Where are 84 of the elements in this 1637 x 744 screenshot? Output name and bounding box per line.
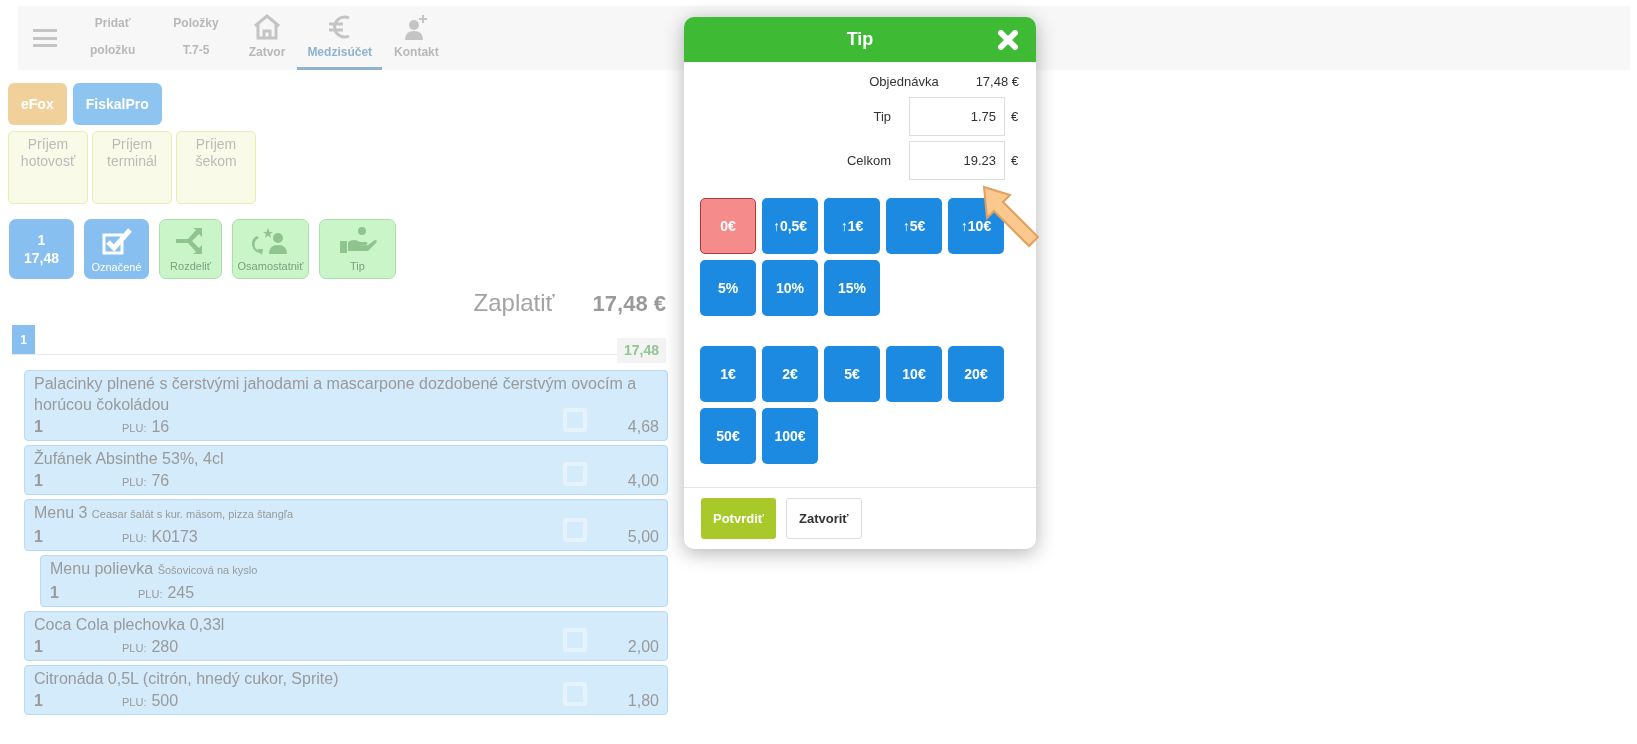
plu-code: 245 (167, 583, 195, 603)
group-subtotal: 17,48 (616, 338, 666, 363)
order-item[interactable]: Menu 3 Ceasar šalát s kur. mäsom, pizza štangľa 1 PLU: K0173 5,00 (24, 499, 668, 551)
tip-amount-button[interactable]: ↑0,5€ (762, 198, 818, 254)
item-name: Palacinky plnené s čerstvými jahodami a mascarpone dozdobené čerstvým ovocím a horúcou čokoládou (34, 374, 638, 415)
amount-input[interactable]: 19.23 (909, 141, 1005, 180)
house-icon (252, 12, 283, 41)
menu-icon (33, 28, 57, 48)
tip-amount-button[interactable]: 1€ (700, 346, 756, 402)
item-name: Žufánek Absinthe 53%, 4cl (34, 448, 225, 469)
order-item[interactable]: Menu polievka Šošovicová na kyslo 1 PLU: 245 (40, 555, 668, 607)
item-name: Menu 3 Ceasar šalát s kur. mäsom, pizza štangľa (34, 503, 295, 523)
close-button[interactable] (998, 30, 1018, 50)
plu-label: PLU: (122, 695, 147, 710)
confirm-button[interactable]: Potvrdiť (701, 498, 776, 539)
group-badge: 1 (12, 325, 35, 354)
toolbar-tab[interactable]: Položky T.7-5 (155, 6, 237, 70)
order-label: Objednávka (869, 73, 939, 92)
plu-code: 280 (151, 637, 179, 657)
tip-amount-button[interactable]: 100€ (762, 408, 818, 464)
tip-amount-button[interactable]: 20€ (948, 346, 1004, 402)
payment-button[interactable]: Príjem šekom (176, 131, 256, 204)
toolbar-tab[interactable]: Pridať položku (72, 6, 154, 70)
bill-count-button[interactable]: 1 17,48 (9, 219, 74, 279)
separate-button[interactable]: Osamostatniť (232, 219, 309, 279)
order-item[interactable]: Coca Cola plechovka 0,33l 1 PLU: 280 2,00 (24, 611, 668, 661)
tip-amount-button[interactable]: ↑1€ (824, 198, 880, 254)
item-quantity: 1 (50, 583, 60, 603)
toolbar-tab[interactable]: Kontakt (384, 6, 449, 70)
tip-amount-button[interactable]: 50€ (700, 408, 756, 464)
plu-label: PLU: (138, 587, 163, 602)
currency-label: € (1011, 107, 1020, 126)
tip-amount-button[interactable]: 5€ (824, 346, 880, 402)
toolbar-tab[interactable]: Zatvor (238, 6, 296, 70)
total-amount: 17,48 € (592, 290, 666, 318)
reset-tip-button[interactable]: 0€ (700, 198, 756, 254)
field-label: Celkom (845, 151, 891, 170)
tip-amount-button[interactable]: 15% (824, 260, 880, 316)
order-item[interactable]: Citronáda 0,5L (citrón, hnedý cukor, Sprite) 1 PLU: 500 1,80 (24, 665, 668, 715)
tip-amount-button[interactable]: 10€ (886, 346, 942, 402)
plu-code: 16 (151, 417, 170, 437)
dialog-title: Tip (846, 28, 874, 51)
hand-coin-icon (337, 225, 378, 256)
currency-label: € (1011, 151, 1020, 170)
tip-amount-button[interactable]: 2€ (762, 346, 818, 402)
item-price: 1,80 (627, 691, 659, 711)
plu-label: PLU: (122, 531, 147, 546)
plu-label: PLU: (122, 421, 147, 436)
field-label: Tip (872, 107, 891, 126)
marked-button[interactable]: Označené (84, 219, 149, 279)
plu-code: 500 (151, 691, 179, 711)
item-price: 4,68 (627, 417, 659, 437)
split-button[interactable]: Rozdeliť (159, 219, 222, 279)
order-item[interactable]: Palacinky plnené s čerstvými jahodami a mascarpone dozdobené čerstvým ovocím a horúcou čokoládou 1 PLU: 16 4,68 (24, 370, 668, 441)
tip-amount-button[interactable]: 5% (700, 260, 756, 316)
close-icon (998, 30, 1018, 50)
plu-label: PLU: (122, 641, 147, 656)
payment-button[interactable]: Príjem hotovosť (8, 131, 88, 204)
order-amount: 17,48 € (975, 73, 1019, 92)
item-quantity: 1 (34, 417, 44, 437)
tip-amount-button[interactable]: ↑5€ (886, 198, 942, 254)
item-price: 2,00 (627, 637, 659, 657)
item-quantity: 1 (34, 637, 44, 657)
item-quantity: 1 (34, 691, 44, 711)
amount-input[interactable]: 1.75 (909, 97, 1005, 136)
item-name: Menu polievka Šošovicová na kyslo (50, 559, 259, 579)
tip-button[interactable]: Tip (319, 219, 396, 279)
item-price: 4,00 (627, 471, 659, 491)
item-quantity: 1 (34, 527, 44, 547)
item-price: 5,00 (627, 527, 659, 547)
plu-code: K0173 (151, 527, 198, 547)
order-item[interactable]: Žufánek Absinthe 53%, 4cl 1 PLU: 76 4,00 (24, 445, 668, 495)
item-name: Coca Cola plechovka 0,33l (34, 615, 226, 635)
item-name: Citronáda 0,5L (citrón, hnedý cukor, Sprite) (34, 669, 340, 689)
toolbar-tab[interactable]: Medzisúčet (297, 6, 383, 70)
total-label: Zaplatiť (473, 288, 555, 318)
fiscal-button[interactable]: eFox (8, 83, 67, 125)
tip-amount-button[interactable]: 10% (762, 260, 818, 316)
payment-button[interactable]: Príjem terminál (92, 131, 172, 204)
close-dialog-button[interactable]: Zatvoriť (786, 498, 862, 539)
fiscal-button[interactable]: FiskalPro (72, 83, 162, 125)
plu-label: PLU: (122, 475, 147, 490)
item-quantity: 1 (34, 471, 44, 491)
plu-code: 76 (151, 471, 170, 491)
